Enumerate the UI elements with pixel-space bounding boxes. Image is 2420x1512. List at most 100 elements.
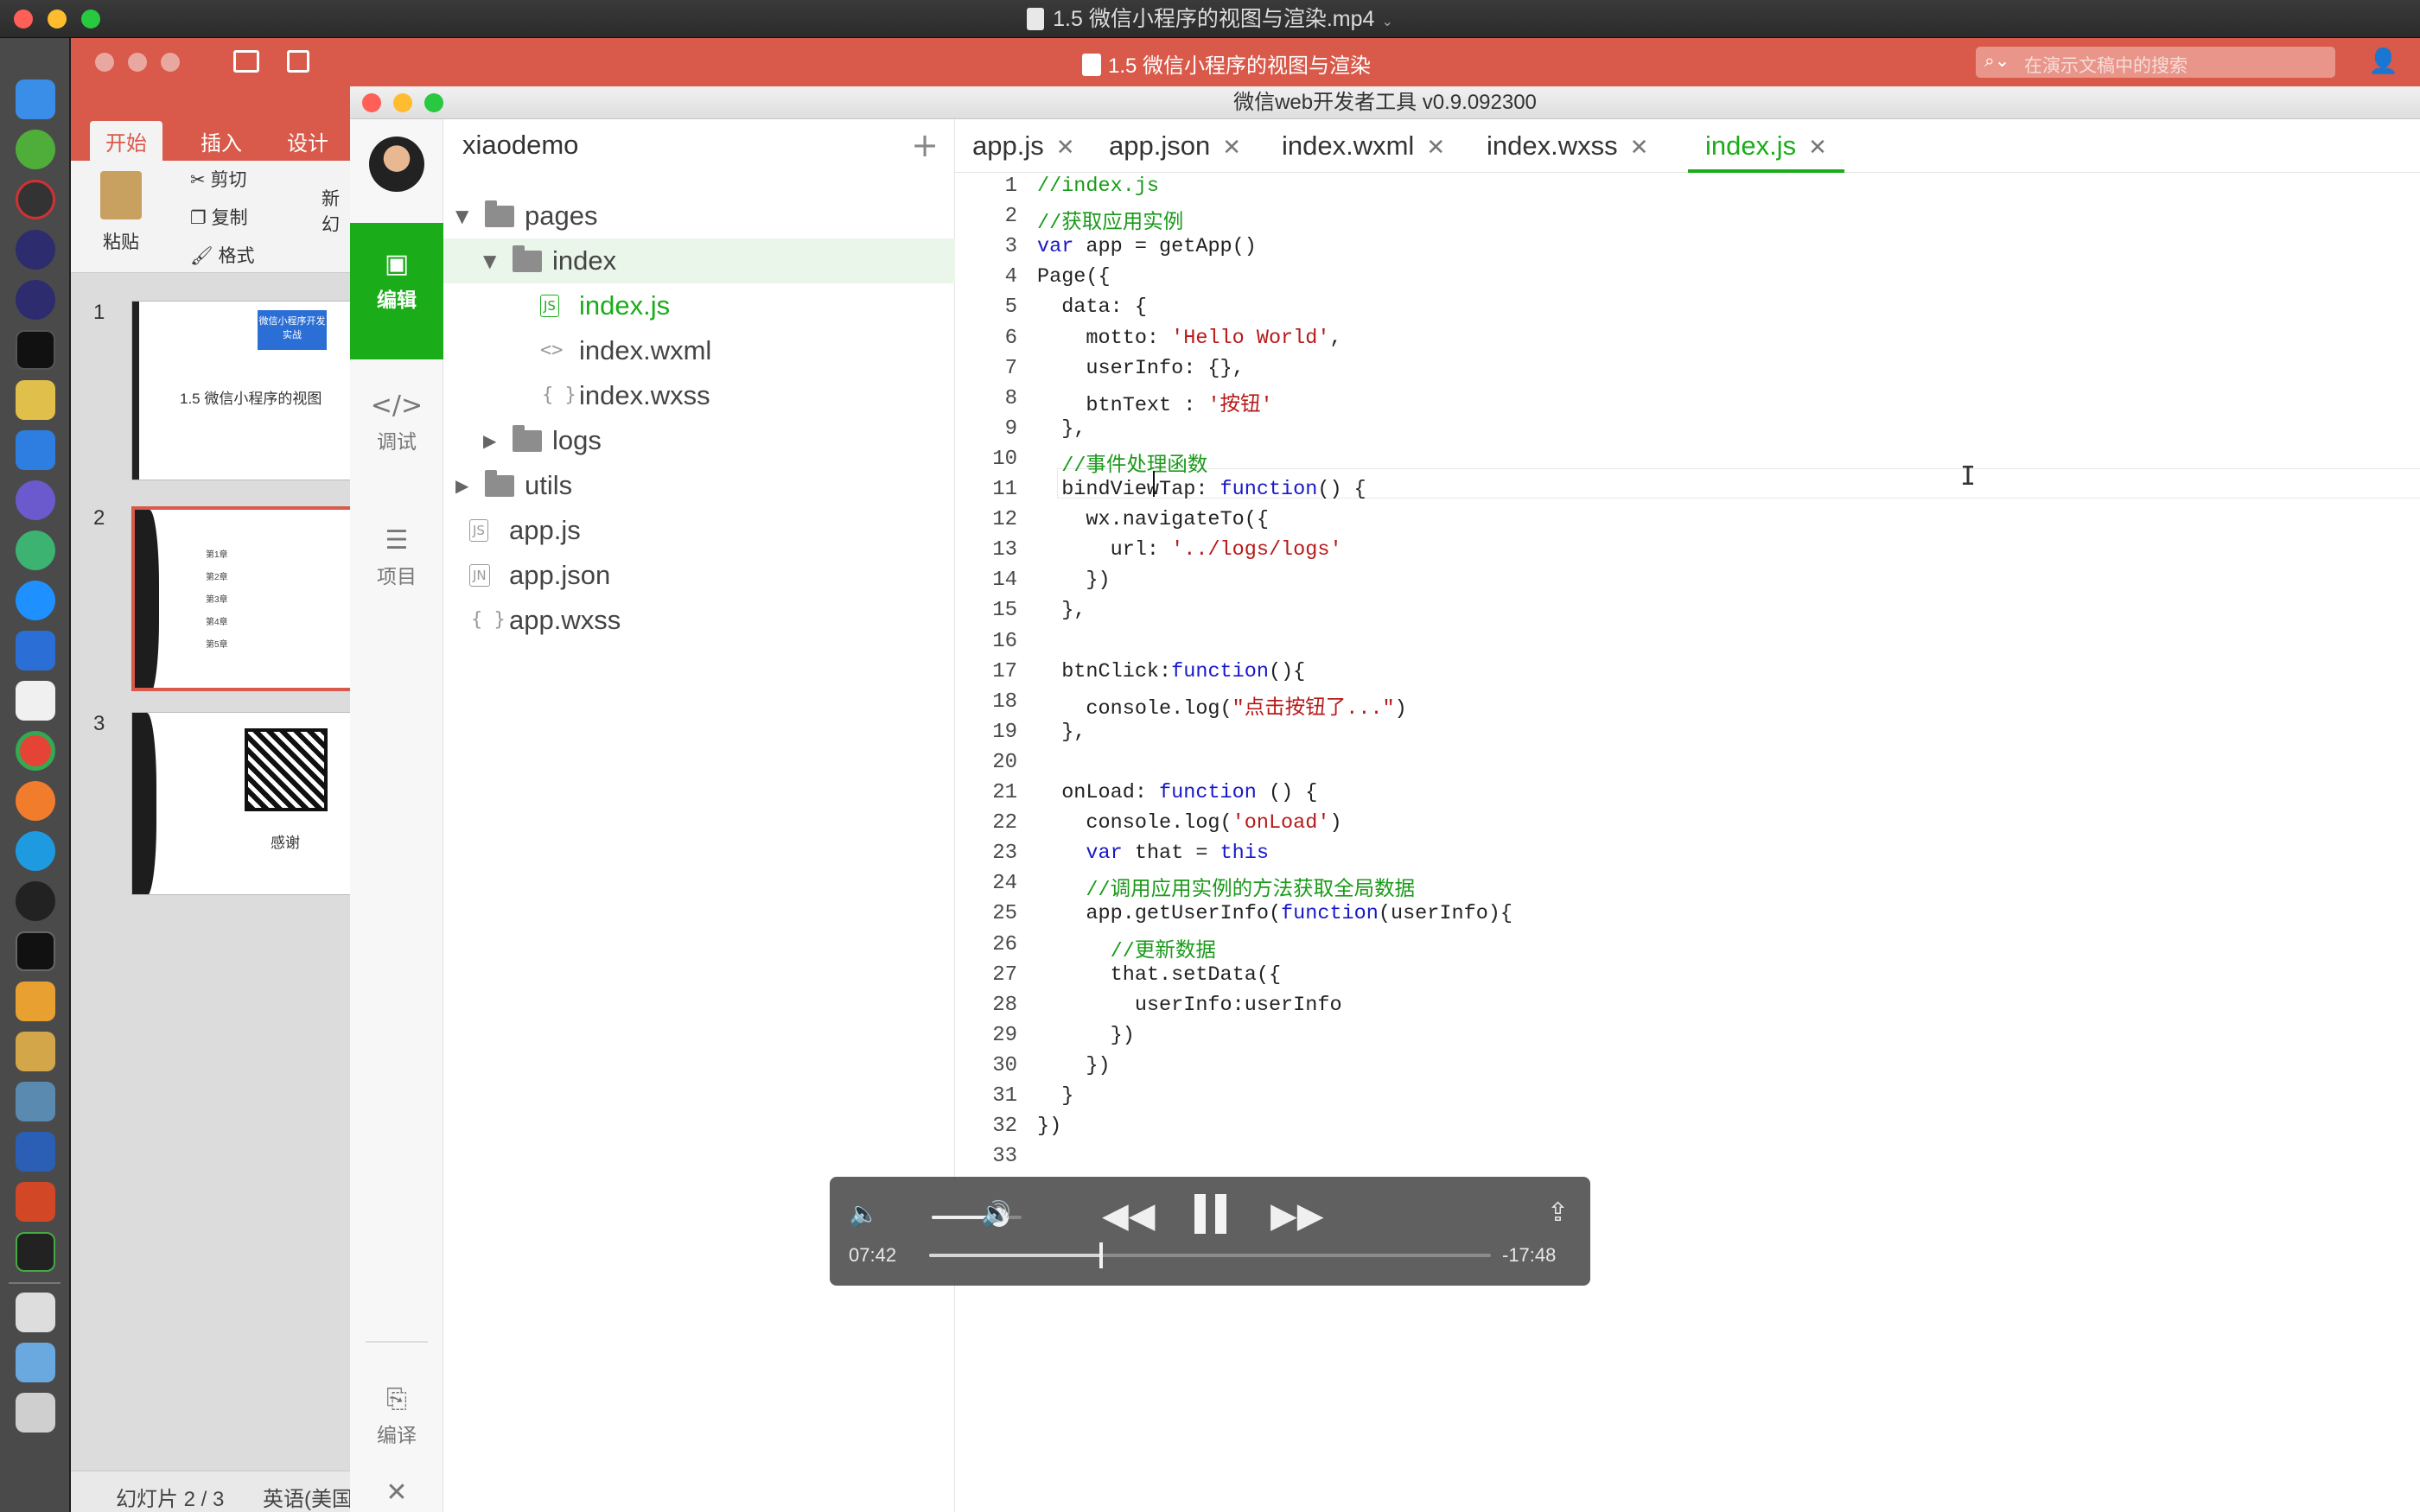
app-icon-fruit[interactable]	[16, 1032, 55, 1071]
tree-file-index-wxml[interactable]: <> index.wxml	[443, 328, 955, 373]
tab-app-json[interactable]: app.json ✕	[1109, 119, 1241, 173]
playhead[interactable]	[1099, 1242, 1103, 1268]
code-line: btnText : '按钮'	[1037, 387, 1272, 417]
tab-app-js[interactable]: app.js ✕	[972, 119, 1075, 173]
finder-icon[interactable]	[16, 79, 55, 119]
notes-icon[interactable]	[16, 681, 55, 721]
terminal-icon-2[interactable]	[16, 931, 55, 971]
avatar[interactable]	[369, 137, 424, 192]
tree-folder-index[interactable]: ▼ index	[443, 238, 955, 283]
close-tab-icon[interactable]: ✕	[1222, 135, 1241, 161]
app-icon-teal[interactable]	[16, 530, 55, 570]
app-icon-film[interactable]	[16, 1082, 55, 1121]
tab-index-js[interactable]: index.js ✕	[1688, 119, 1844, 173]
markdown-icon[interactable]	[16, 831, 55, 871]
code-token: //调用应用实例的方法获取全局数据	[1086, 879, 1416, 903]
slide-thumbnail-2[interactable]: 第1章 第2章 第3章 第4章 第5章	[131, 506, 356, 691]
ppt-close-button[interactable]	[95, 53, 114, 72]
progress-bar[interactable]	[929, 1242, 1491, 1268]
eclipse-icon-2[interactable]	[16, 280, 55, 320]
safari-icon[interactable]	[16, 581, 55, 620]
rewind-icon[interactable]: ◀◀	[1102, 1196, 1156, 1236]
database-icon[interactable]	[16, 380, 55, 420]
xcode-icon[interactable]	[16, 430, 55, 470]
qq-icon[interactable]	[16, 881, 55, 921]
ppt-minimize-button[interactable]	[128, 53, 147, 72]
cut-button[interactable]: ✂ 剪切	[190, 166, 246, 192]
add-file-icon[interactable]: +	[911, 126, 939, 164]
ppt-zoom-button[interactable]	[161, 53, 180, 72]
tree-file-index-js[interactable]: JS index.js	[443, 283, 955, 328]
atom-icon[interactable]	[16, 480, 55, 520]
ppt-search-input[interactable]: ⌕⌄ 在演示文稿中的搜索	[1976, 47, 2335, 78]
new-slide-button[interactable]: 新幻	[322, 187, 340, 238]
line-number: 16	[992, 629, 1017, 653]
tree-file-app-js[interactable]: JS app.js	[443, 508, 955, 553]
sidebar-item-compile[interactable]: ⎘ 编译	[350, 1381, 443, 1448]
compile-icon: ⎘	[386, 1384, 407, 1414]
volume-max-icon[interactable]: 🔊	[981, 1199, 1011, 1228]
code-token: that.setData({	[1037, 962, 1282, 987]
terminal-icon[interactable]	[16, 330, 55, 370]
line-number: 3	[1004, 235, 1017, 259]
sidebar-toggle-icon[interactable]	[233, 50, 259, 73]
project-name: xiaodemo	[462, 130, 579, 160]
sidebar-item-debug[interactable]: </> 调试	[350, 387, 443, 454]
paste-button[interactable]: 粘贴	[95, 171, 147, 257]
close-tab-icon[interactable]: ✕	[1808, 135, 1827, 161]
chevron-down-icon[interactable]: ⌄	[1381, 13, 1392, 29]
copy-button[interactable]: ❐ 复制	[190, 204, 248, 230]
tree-file-index-wxss[interactable]: { } index.wxss	[443, 373, 955, 418]
code-token: () {	[1317, 478, 1366, 501]
pause-icon[interactable]	[1191, 1194, 1231, 1234]
slide-thumbnail-3[interactable]: 感谢	[131, 712, 356, 895]
share-icon[interactable]: ⇪	[1547, 1198, 1569, 1228]
tab-index-wxss[interactable]: index.wxss ✕	[1487, 119, 1648, 173]
word-w-icon[interactable]	[16, 631, 55, 670]
fast-forward-icon[interactable]: ▶▶	[1270, 1196, 1324, 1236]
devtools-icon[interactable]	[16, 1232, 55, 1272]
code-token: })	[1037, 1115, 1062, 1139]
sidebar-item-close[interactable]: ✕ 关闭	[350, 1474, 443, 1512]
code-token: bindViewTap:	[1037, 478, 1220, 501]
tab-design[interactable]: 设计	[287, 126, 328, 156]
sidebar-item-project[interactable]: ☰ 项目	[350, 522, 443, 589]
code-edit-icon: ▣	[384, 249, 410, 279]
eclipse-icon[interactable]	[16, 230, 55, 270]
close-tab-icon[interactable]: ✕	[1426, 135, 1445, 161]
dashboard-icon[interactable]	[16, 180, 55, 219]
app-icon-orange[interactable]	[16, 781, 55, 821]
chrome-icon[interactable]	[16, 731, 55, 771]
tab-home[interactable]: 开始	[90, 121, 162, 162]
app-icon-green[interactable]	[16, 130, 55, 169]
close-tab-icon[interactable]: ✕	[1056, 135, 1075, 161]
tab-insert[interactable]: 插入	[201, 126, 242, 156]
tree-file-app-wxss[interactable]: { } app.wxss	[443, 598, 955, 643]
tab-index-wxml[interactable]: index.wxml ✕	[1282, 119, 1445, 173]
word-icon[interactable]	[16, 1132, 55, 1172]
add-person-icon[interactable]: 👤	[2368, 47, 2398, 75]
powerpoint-icon[interactable]	[16, 1182, 55, 1222]
save-icon[interactable]	[287, 50, 309, 73]
volume-mute-icon[interactable]: 🔈	[849, 1199, 879, 1228]
tree-folder-utils[interactable]: ▶ utils	[443, 463, 955, 508]
json-file-icon: JN	[469, 564, 490, 587]
ribbon-home: 粘贴 ✂ 剪切 ❐ 复制 🖌 格式 新幻	[71, 161, 356, 273]
sublime-icon[interactable]	[16, 982, 55, 1021]
slide-thumbnail-1[interactable]: 微信小程序开发实战 1.5 微信小程序的视图	[131, 301, 356, 480]
sidebar-item-edit[interactable]: ▣ 编辑	[350, 223, 443, 359]
tree-folder-logs[interactable]: ▶ logs	[443, 418, 955, 463]
code-token: 'Hello World'	[1171, 326, 1330, 350]
code-brackets-icon: </>	[370, 391, 424, 421]
tree-file-app-json[interactable]: JN app.json	[443, 553, 955, 598]
tree-folder-pages[interactable]: ▼ pages	[443, 194, 955, 238]
trash-icon[interactable]	[16, 1393, 55, 1433]
qr-code-image	[245, 728, 328, 811]
code-token: //index.js	[1037, 175, 1160, 198]
code-line: app.getUserInfo(function(userInfo){	[1037, 902, 1512, 925]
caret-down-icon: ▼	[455, 206, 469, 226]
format-painter-button[interactable]: 🖌 格式	[190, 242, 255, 268]
qr-icon[interactable]	[16, 1293, 55, 1332]
close-tab-icon[interactable]: ✕	[1630, 135, 1649, 161]
folder-icon[interactable]	[16, 1343, 55, 1382]
